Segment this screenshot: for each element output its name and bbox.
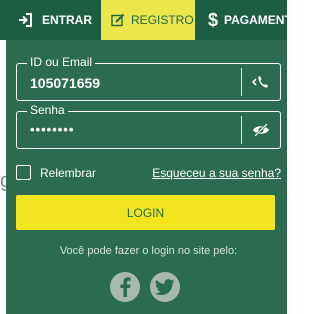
edit-icon (111, 12, 125, 28)
tab-entrar[interactable]: ENTRAR (0, 0, 101, 40)
password-field-label: Senha (27, 103, 68, 117)
id-field-label: ID ou Email (27, 55, 96, 69)
tab-registro[interactable]: REGISTRO (101, 0, 195, 40)
tab-label: REGISTRO (131, 13, 194, 27)
tab-label: PAGAMENT (224, 13, 287, 27)
phone-icon[interactable] (251, 72, 271, 92)
password-field-value[interactable]: •••••••• (30, 122, 74, 138)
twitter-login-button[interactable] (150, 272, 180, 302)
social-login-row (6, 272, 287, 302)
password-field[interactable]: Senha •••••••• (16, 103, 281, 149)
remember-checkbox[interactable] (16, 165, 31, 180)
field-divider (241, 116, 242, 144)
remember-label: Relembrar (40, 166, 97, 180)
twitter-icon (155, 279, 175, 295)
tab-pagamento[interactable]: $ PAGAMENT (195, 0, 287, 40)
id-field[interactable]: ID ou Email 105071659 (16, 55, 281, 101)
facebook-login-button[interactable] (110, 272, 140, 302)
top-navigation: ENTRAR REGISTRO $ PAGAMENT (0, 0, 287, 40)
facebook-icon (120, 277, 131, 297)
forgot-password-link[interactable]: Esqueceu a sua senha? (152, 166, 281, 180)
sign-in-icon (18, 12, 32, 28)
login-button[interactable]: LOGIN (16, 195, 275, 230)
dollar-icon: $ (207, 9, 218, 30)
id-field-value[interactable]: 105071659 (30, 75, 100, 91)
tab-label: ENTRAR (42, 13, 92, 27)
field-divider (241, 68, 242, 96)
social-login-text: Você pode fazer o login no site pelo: (59, 245, 238, 257)
eye-slash-icon[interactable] (251, 120, 271, 140)
login-panel: ID ou Email 105071659 Senha •••••••• Rel… (6, 40, 287, 314)
remember-row: Relembrar Esqueceu a sua senha? (16, 164, 281, 182)
